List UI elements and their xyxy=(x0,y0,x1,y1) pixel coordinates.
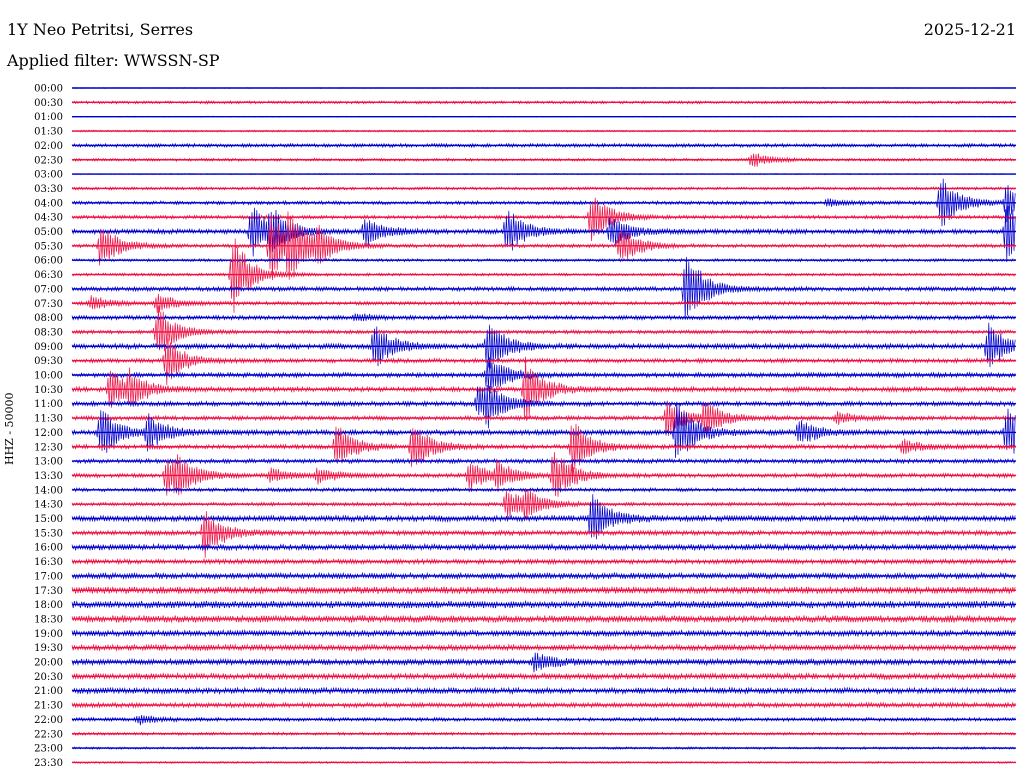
row-time-label: 03:00 xyxy=(34,170,63,181)
row-time-label: 02:30 xyxy=(34,155,63,166)
row-time-label: 19:30 xyxy=(34,643,63,654)
row-time-label: 18:00 xyxy=(34,600,63,611)
row-time-label: 03:30 xyxy=(34,184,63,195)
row-time-label: 12:30 xyxy=(34,442,63,453)
row-time-label: 19:00 xyxy=(34,629,63,640)
row-time-label: 15:30 xyxy=(34,528,63,539)
row-time-label: 10:00 xyxy=(34,371,63,382)
row-time-label: 09:00 xyxy=(34,342,63,353)
row-time-label: 00:30 xyxy=(34,98,63,109)
row-time-label: 13:00 xyxy=(34,457,63,468)
row-time-label: 02:00 xyxy=(34,141,63,152)
row-time-label: 04:00 xyxy=(34,198,63,209)
row-time-label: 10:30 xyxy=(34,385,63,396)
row-time-label: 22:00 xyxy=(34,715,63,726)
row-time-label: 17:00 xyxy=(34,571,63,582)
row-time-label: 07:00 xyxy=(34,284,63,295)
row-time-label: 05:00 xyxy=(34,227,63,238)
row-time-label: 08:00 xyxy=(34,313,63,324)
seismic-trace xyxy=(71,384,1016,429)
seismic-trace xyxy=(71,206,1016,261)
row-time-label: 17:30 xyxy=(34,586,63,597)
row-time-label: 16:30 xyxy=(34,557,63,568)
row-time-label: 21:30 xyxy=(34,701,63,712)
row-time-label: 22:30 xyxy=(34,729,63,740)
row-time-label: 06:30 xyxy=(34,270,63,281)
row-time-label: 15:00 xyxy=(34,514,63,525)
row-time-label: 23:00 xyxy=(34,744,63,755)
row-time-label: 08:30 xyxy=(34,327,63,338)
row-time-label: 12:00 xyxy=(34,428,63,439)
row-time-label: 05:30 xyxy=(34,241,63,252)
row-time-label: 11:30 xyxy=(34,414,63,425)
seismic-trace xyxy=(71,401,1016,459)
row-time-label: 13:30 xyxy=(34,471,63,482)
row-time-label: 04:30 xyxy=(34,213,63,224)
row-time-label: 09:30 xyxy=(34,356,63,367)
row-time-label: 06:00 xyxy=(34,256,63,267)
row-time-label: 00:00 xyxy=(34,84,63,95)
row-time-label: 14:30 xyxy=(34,500,63,511)
row-time-label: 16:00 xyxy=(34,543,63,554)
row-time-label: 18:30 xyxy=(34,614,63,625)
row-time-label: 11:00 xyxy=(34,399,63,410)
row-time-label: 20:30 xyxy=(34,672,63,683)
seismic-trace xyxy=(71,715,1016,726)
row-time-label: 14:00 xyxy=(34,485,63,496)
row-time-label: 01:30 xyxy=(34,127,63,138)
row-time-label: 01:00 xyxy=(34,112,63,123)
row-time-label: 07:30 xyxy=(34,299,63,310)
helicorder-plot: 00:00 00:30 01:00 01:30 02:00 02:30 03:00 03:30… xyxy=(34,84,1016,769)
row-time-label: 23:30 xyxy=(34,758,63,769)
row-time-label: 20:00 xyxy=(34,658,63,669)
row-time-label: 21:00 xyxy=(34,686,63,697)
